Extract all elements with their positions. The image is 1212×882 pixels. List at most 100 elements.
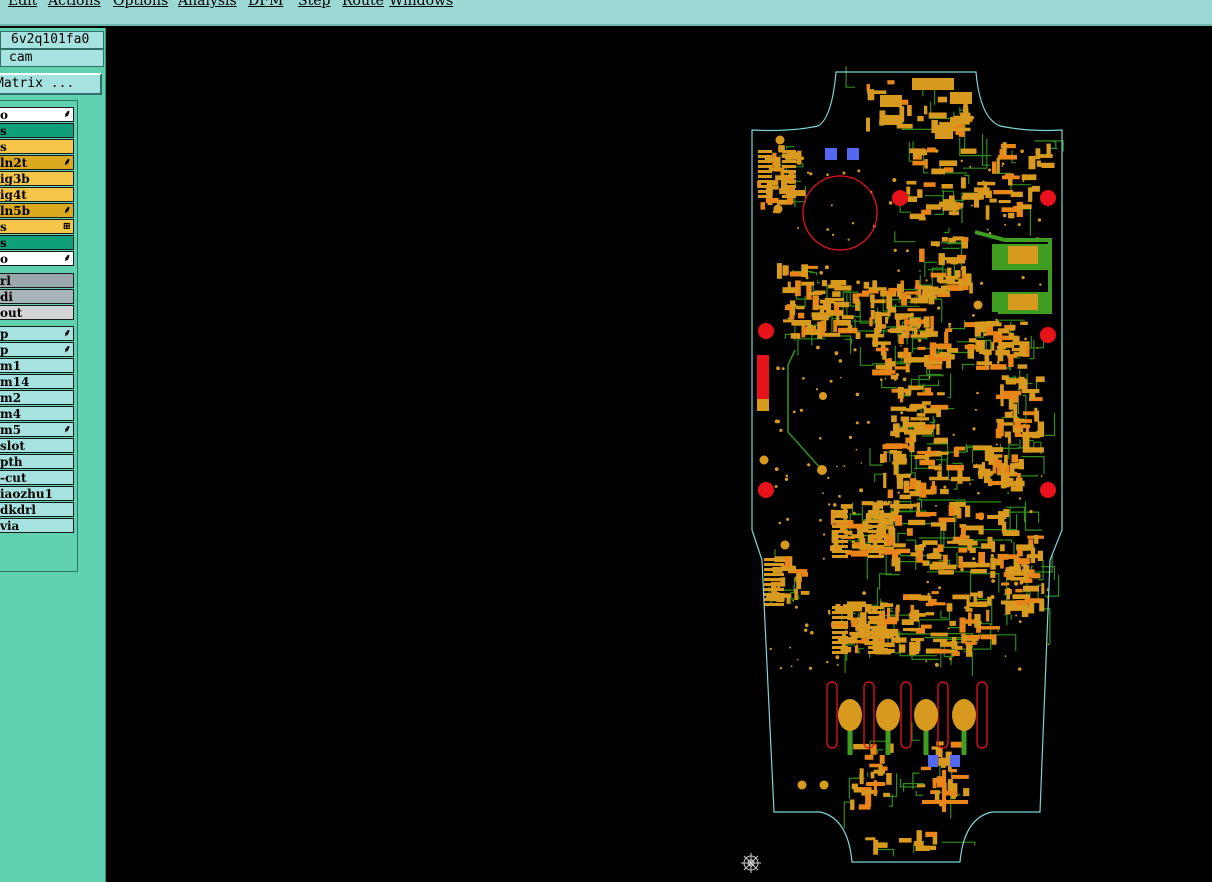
layer-row[interactable]: m4 (0, 406, 74, 421)
layer-row[interactable]: di (0, 289, 74, 304)
layer-row[interactable]: dkdrl (0, 502, 74, 517)
via (955, 503, 957, 506)
smd-pad (801, 281, 815, 286)
smd-pad (925, 204, 942, 210)
smd-pad (887, 489, 893, 499)
layer-flag-icon[interactable]: ⸙ (64, 156, 72, 169)
smd-pad (932, 779, 937, 789)
layer-row[interactable]: -cut (0, 470, 74, 485)
pcb-board-view[interactable] (107, 28, 1212, 882)
smd-pad (887, 607, 890, 621)
smd-pad (933, 638, 947, 643)
layer-row[interactable]: ig4t (0, 187, 74, 202)
smd-pad (856, 293, 870, 297)
layer-flag-icon[interactable]: ⸙ (64, 327, 72, 340)
trace (912, 141, 915, 150)
via (860, 462, 862, 464)
smd-pad (863, 281, 870, 289)
layer-flag-icon[interactable]: ⸙ (64, 423, 72, 436)
connector-pad (868, 621, 884, 624)
layer-list: o ⸙ s s ln2t ⸙ ig3b ig4t ln5b ⸙ s ⊞ s o ⸙ rl di out p ⸙ p ⸙ m1… (0, 100, 78, 572)
layer-row[interactable]: slot (0, 438, 74, 453)
matrix-button[interactable]: Matrix ... (0, 73, 102, 95)
via (807, 463, 811, 467)
smd-pad (936, 423, 940, 435)
menu-dfm[interactable]: DFM (248, 0, 283, 9)
large-pad (876, 699, 900, 731)
layer-row[interactable]: out (0, 305, 74, 320)
smd-pad (941, 237, 948, 242)
smd-pad (992, 161, 997, 174)
layer-row[interactable]: ig3b (0, 171, 74, 186)
via (784, 477, 789, 481)
graphic-canvas[interactable] (107, 28, 1212, 882)
smd-pad (912, 423, 924, 427)
smd-pad (887, 80, 895, 85)
via (892, 178, 897, 182)
via (787, 195, 790, 198)
layer-row[interactable]: p ⸙ (0, 342, 74, 357)
smd-pad (867, 89, 875, 101)
layer-row[interactable]: o ⸙ (0, 251, 74, 266)
menu-options[interactable]: Options (113, 0, 168, 9)
job-name[interactable]: 6v2q101fa0 (0, 31, 104, 49)
menu-route[interactable]: Route (342, 0, 384, 9)
menu-actions[interactable]: Actions (48, 0, 101, 9)
layer-row[interactable]: via (0, 518, 74, 533)
layer-row[interactable]: p ⸙ (0, 326, 74, 341)
layer-row[interactable]: s ⊞ (0, 219, 74, 234)
layer-row[interactable]: ln5b ⸙ (0, 203, 74, 218)
connector-pad (832, 515, 848, 518)
smd-pad (993, 331, 999, 343)
layer-row[interactable]: o ⸙ (0, 107, 74, 122)
layer-name: s (0, 236, 7, 250)
layer-flag-icon[interactable]: ⸙ (64, 252, 72, 265)
smd-pad (977, 181, 996, 186)
via (785, 474, 789, 478)
smd-pad (782, 287, 798, 294)
layer-row[interactable]: m2 (0, 390, 74, 405)
menu-analysis[interactable]: Analysis (178, 0, 237, 9)
connector-pad (868, 611, 884, 614)
smd-pad (1013, 336, 1020, 345)
layer-row[interactable]: m1 (0, 358, 74, 373)
smd-pad (830, 280, 842, 286)
layer-row[interactable]: s (0, 235, 74, 250)
layer-flag-icon[interactable]: ⸙ (64, 204, 72, 217)
layer-name: m14 (0, 375, 30, 389)
layer-row[interactable]: s (0, 139, 74, 154)
step-name[interactable]: cam (0, 49, 104, 67)
smd-pad (776, 263, 782, 279)
menu-windows[interactable]: Windows (389, 0, 453, 9)
layer-row[interactable]: iaozhu1 (0, 486, 74, 501)
smd-pad (1036, 160, 1041, 167)
via (778, 521, 782, 525)
smd-pad (1016, 544, 1034, 550)
trace (1026, 373, 1033, 385)
layer-row[interactable]: s (0, 123, 74, 138)
connector-pad (758, 150, 772, 153)
layer-flag-icon[interactable]: ⸙ (64, 108, 72, 121)
layer-name: pth (0, 455, 23, 469)
menu-edit[interactable]: Edit (8, 0, 37, 9)
layer-row[interactable]: ln2t ⸙ (0, 155, 74, 170)
smd-pad (1023, 585, 1040, 592)
layer-flag-icon[interactable]: ⸙ (64, 343, 72, 356)
connector-pad (764, 578, 784, 581)
smd-pad (1011, 454, 1018, 463)
layer-flag-icon[interactable]: ⊞ (63, 220, 71, 233)
layer-name: m5 (0, 423, 22, 437)
layer-row[interactable]: m14 (0, 374, 74, 389)
layer-row[interactable]: pth (0, 454, 74, 469)
smd-pad (904, 319, 911, 325)
layer-row[interactable]: m5 ⸙ (0, 422, 74, 437)
via (972, 557, 976, 561)
layer-row[interactable]: rl (0, 273, 74, 288)
smd-pad (1021, 174, 1037, 181)
via (824, 265, 829, 270)
blue-pad (825, 148, 837, 160)
pad (819, 780, 829, 790)
connector-pad (758, 180, 772, 183)
smd-pad (822, 332, 841, 337)
menu-step[interactable]: Step (298, 0, 330, 9)
